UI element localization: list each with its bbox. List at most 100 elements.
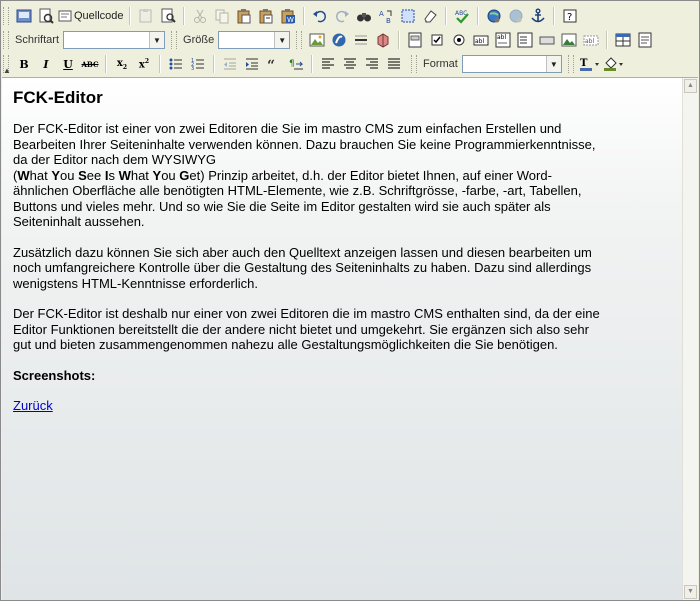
indent-icon (246, 58, 258, 70)
text-field-button[interactable]: abl (471, 30, 491, 50)
paste-text-button[interactable] (256, 6, 276, 26)
remove-format-button[interactable] (420, 6, 440, 26)
indent-button[interactable] (242, 54, 262, 74)
button-icon (539, 36, 555, 45)
unlink-button[interactable] (506, 6, 526, 26)
collapse-toolbar-icon[interactable]: ▲ (3, 67, 13, 75)
ordered-list-button[interactable]: 123 (188, 54, 208, 74)
table-button[interactable] (613, 30, 633, 50)
page-properties-button[interactable] (635, 30, 655, 50)
hidden-field-icon: abl (583, 35, 599, 46)
link-button[interactable] (484, 6, 504, 26)
form-button[interactable] (405, 30, 425, 50)
print-preview-button[interactable] (158, 6, 178, 26)
flash-icon (332, 33, 346, 47)
superscript-icon: x2 (138, 57, 150, 71)
flash-button[interactable] (329, 30, 349, 50)
source-icon (58, 10, 72, 22)
unordered-list-button[interactable] (166, 54, 186, 74)
svg-text:abl: abl (475, 38, 484, 45)
undo-button[interactable] (310, 6, 330, 26)
find-icon (356, 13, 371, 22)
align-right-button[interactable] (362, 54, 382, 74)
select-all-icon (401, 9, 415, 23)
paste-button[interactable] (234, 6, 254, 26)
source-button[interactable]: Quellcode (58, 6, 124, 26)
replace-button[interactable]: AB (376, 6, 396, 26)
replace-icon: AB (379, 10, 392, 24)
subscript-icon: x2 (116, 57, 128, 71)
undo-icon (312, 10, 326, 23)
spellcheck-icon: ABC (455, 10, 469, 24)
special-char-icon (377, 33, 389, 48)
bold-button[interactable]: B (14, 54, 34, 74)
screenshots-heading: Screenshots: (13, 367, 96, 383)
subscript-button[interactable]: x2 (112, 54, 132, 74)
about-icon: ? (563, 9, 577, 23)
image-button-tool[interactable] (559, 30, 579, 50)
editor-content: FCK-Editor Der FCK-Editor ist einer von … (13, 88, 603, 414)
image-icon (309, 33, 325, 47)
paragraph-source: Zusätzlich dazu können Sie sich aber auc… (13, 244, 592, 291)
editor-area[interactable]: FCK-Editor Der FCK-Editor ist einer von … (2, 77, 698, 600)
copy-button[interactable] (212, 6, 232, 26)
new-page-button[interactable] (136, 6, 156, 26)
hidden-field-button[interactable]: abl (581, 30, 601, 50)
paste-word-button[interactable]: W (278, 6, 298, 26)
horizontal-rule-icon (355, 35, 368, 45)
font-family-select[interactable]: ▼ (63, 31, 166, 49)
image-button-icon (561, 33, 577, 47)
preview-button[interactable] (36, 6, 56, 26)
toolbar-row-1: Quellcode W A B ABC ? (1, 4, 581, 28)
strikethrough-button[interactable]: ABC (80, 54, 100, 74)
find-button[interactable] (354, 6, 374, 26)
text-color-button[interactable]: T (579, 54, 601, 74)
ordered-list-icon: 123 (191, 58, 204, 72)
horizontal-rule-button[interactable] (351, 30, 371, 50)
align-center-button[interactable] (340, 54, 360, 74)
scroll-up-icon[interactable]: ▲ (684, 79, 697, 93)
create-div-button[interactable]: ¶ (286, 54, 306, 74)
font-size-select[interactable]: ▼ (218, 31, 291, 49)
select-all-button[interactable] (398, 6, 418, 26)
align-right-icon (366, 58, 378, 69)
underline-button[interactable]: U (58, 54, 78, 74)
background-color-button[interactable] (603, 54, 625, 74)
source-button-label: Quellcode (74, 10, 124, 22)
save-button[interactable] (14, 6, 34, 26)
spellcheck-button[interactable]: ABC (452, 6, 472, 26)
about-button[interactable]: ? (560, 6, 580, 26)
textarea-button[interactable]: abl (493, 30, 513, 50)
font-family-label: Schriftart (15, 34, 60, 46)
scroll-down-icon[interactable]: ▼ (684, 585, 697, 599)
back-link[interactable]: Zurück (13, 398, 53, 413)
special-char-button[interactable] (373, 30, 393, 50)
format-label: Format (423, 58, 458, 70)
vertical-scrollbar[interactable]: ▲ ▼ (682, 78, 698, 600)
cut-button[interactable] (190, 6, 210, 26)
checkbox-button[interactable] (427, 30, 447, 50)
align-left-button[interactable] (318, 54, 338, 74)
italic-button[interactable]: I (36, 54, 56, 74)
page-properties-icon (638, 32, 652, 48)
svg-text:?: ? (567, 12, 572, 23)
anchor-button[interactable] (528, 6, 548, 26)
form-icon (408, 32, 422, 48)
radio-button-tool[interactable] (449, 30, 469, 50)
redo-button[interactable] (332, 6, 352, 26)
select-field-button[interactable] (515, 30, 535, 50)
editor-frame: Quellcode W A B ABC ? Schriftart ▼ Größe… (0, 0, 700, 601)
align-justify-button[interactable] (384, 54, 404, 74)
cut-icon (193, 9, 206, 23)
strikethrough-icon: ABC (81, 59, 99, 69)
superscript-button[interactable]: x2 (134, 54, 154, 74)
align-justify-icon (388, 58, 400, 69)
blockquote-button[interactable]: “ (264, 54, 284, 74)
toolbar-row-2: Schriftart ▼ Größe ▼ abl abl abl (1, 28, 656, 52)
outdent-button[interactable] (220, 54, 240, 74)
svg-text:abl: abl (585, 38, 594, 45)
image-button[interactable] (307, 30, 327, 50)
button-tool[interactable] (537, 30, 557, 50)
format-select[interactable]: ▼ (461, 55, 562, 73)
outdent-icon (224, 58, 236, 70)
